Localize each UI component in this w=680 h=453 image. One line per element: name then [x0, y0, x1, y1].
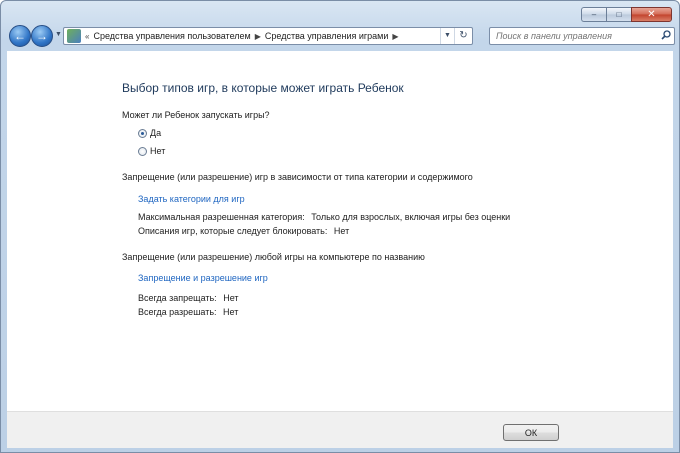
radio-checked-icon[interactable]: [138, 128, 147, 138]
content-pane: Выбор типов игр, в которые может играть …: [7, 51, 673, 411]
blocked-descriptors-row: Описания игр, которые следует блокироват…: [138, 226, 349, 236]
blocked-descriptors-label: Описания игр, которые следует блокироват…: [138, 226, 328, 236]
radio-no[interactable]: Нет: [138, 146, 165, 156]
radio-yes[interactable]: Да: [138, 128, 161, 138]
max-rating-row: Максимальная разрешенная категория: Толь…: [138, 212, 510, 222]
address-controls: ▼ ↻: [440, 28, 472, 44]
forward-arrow-icon: →: [36, 29, 48, 43]
breadcrumb-overflow-icon[interactable]: «: [85, 32, 89, 41]
max-rating-value: Только для взрослых, включая игры без оц…: [311, 212, 511, 222]
caption-buttons: – □ ✕: [581, 7, 672, 22]
search-input[interactable]: [490, 28, 658, 44]
footer-bar: ОК: [7, 411, 673, 448]
control-panel-icon: [67, 29, 81, 43]
always-allow-label: Всегда разрешать:: [138, 307, 217, 317]
always-allow-row: Всегда разрешать: Нет: [138, 307, 238, 317]
address-bar[interactable]: « Средства управления пользователем ▶ Ср…: [63, 27, 473, 45]
close-button[interactable]: ✕: [631, 7, 672, 22]
breadcrumb-separator-icon[interactable]: ▶: [255, 32, 261, 41]
breadcrumb-game-controls[interactable]: Средства управления играми: [265, 31, 389, 41]
search-icon[interactable]: [658, 29, 674, 43]
minimize-button[interactable]: –: [581, 7, 606, 22]
breadcrumb-separator-icon[interactable]: ▶: [392, 32, 398, 41]
back-arrow-icon: ←: [14, 29, 26, 43]
back-button[interactable]: ←: [9, 25, 31, 47]
set-game-ratings-link[interactable]: Задать категории для игр: [138, 194, 245, 204]
always-allow-value: Нет: [223, 307, 239, 317]
blocked-descriptors-value: Нет: [333, 226, 350, 236]
max-rating-label: Максимальная разрешенная категория:: [138, 212, 305, 222]
always-block-row: Всегда запрещать: Нет: [138, 293, 239, 303]
radio-unchecked-icon[interactable]: [138, 146, 147, 156]
search-box[interactable]: [489, 27, 675, 45]
allow-games-question: Может ли Ребенок запускать игры?: [122, 110, 270, 120]
always-block-value: Нет: [223, 293, 239, 303]
ok-button[interactable]: ОК: [503, 424, 559, 441]
always-block-label: Всегда запрещать:: [138, 293, 217, 303]
breadcrumb-user-controls[interactable]: Средства управления пользователем: [93, 31, 250, 41]
maximize-button[interactable]: □: [606, 7, 631, 22]
radio-no-label[interactable]: Нет: [150, 146, 165, 156]
navigation-bar: ← → ▼ « Средства управления пользователе…: [7, 24, 675, 48]
specific-games-section-heading: Запрещение (или разрешение) любой игры н…: [122, 252, 425, 262]
ratings-section-heading: Запрещение (или разрешение) игр в зависи…: [122, 172, 473, 182]
block-allow-games-link[interactable]: Запрещение и разрешение игр: [138, 273, 268, 283]
page-title: Выбор типов игр, в которые может играть …: [122, 81, 404, 95]
forward-button[interactable]: →: [31, 25, 53, 47]
history-dropdown-icon[interactable]: ▼: [55, 31, 62, 38]
address-dropdown-icon[interactable]: ▼: [440, 28, 454, 44]
radio-yes-label[interactable]: Да: [150, 128, 161, 138]
refresh-icon[interactable]: ↻: [454, 28, 472, 44]
window: – □ ✕ ← → ▼ « Средства управления пользо…: [0, 0, 680, 453]
